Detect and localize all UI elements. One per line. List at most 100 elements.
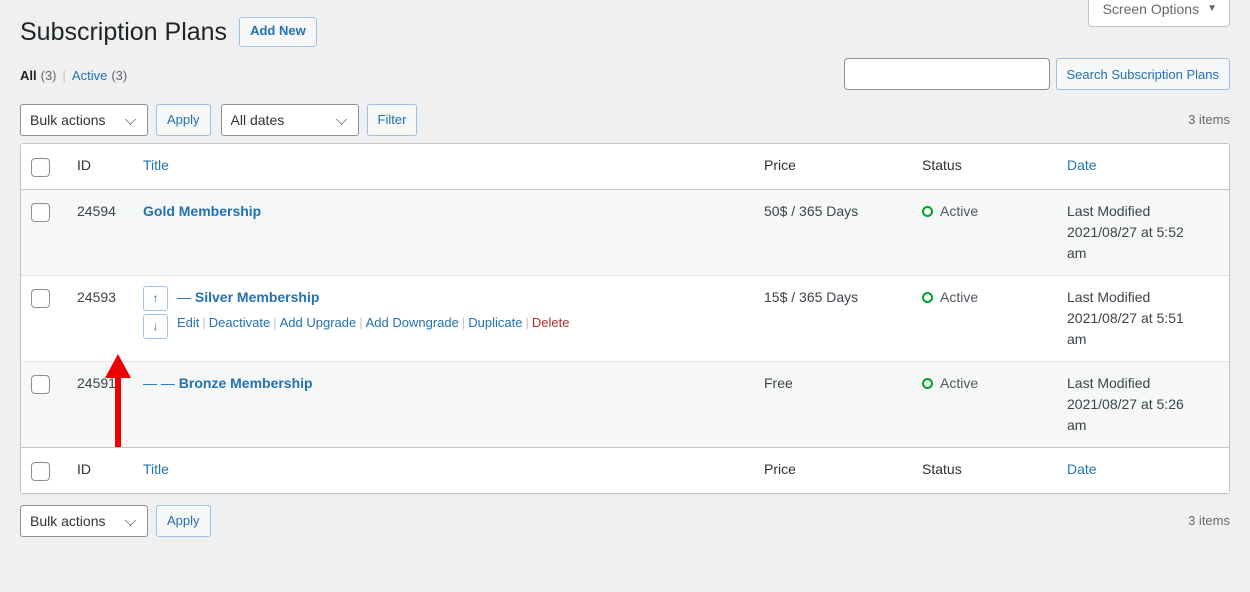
column-header-date-link[interactable]: Date xyxy=(1067,157,1097,173)
title-depth-prefix: — — xyxy=(143,375,179,391)
row-action-divider: | xyxy=(522,315,531,330)
row-action-divider: | xyxy=(459,315,468,330)
row-action-divider: | xyxy=(270,315,279,330)
title-lines: — Silver MembershipEdit|Deactivate|Add U… xyxy=(177,287,569,334)
row-title-cell: — — Bronze Membership xyxy=(133,362,754,447)
row-date-cell: Last Modified2021/08/27 at 5:26am xyxy=(1057,362,1229,447)
row-title-link[interactable]: Gold Membership xyxy=(143,203,261,219)
displaying-num-bottom: 3 items xyxy=(1188,513,1230,528)
table-body: 24594Gold Membership50$ / 365 DaysActive… xyxy=(21,190,1229,447)
row-select-checkbox[interactable] xyxy=(31,203,50,222)
bulk-actions-select-top[interactable]: Bulk actions xyxy=(20,104,148,136)
column-footer-title: Title xyxy=(133,447,754,493)
table-footer-row: ID Title Price Status Date xyxy=(21,447,1229,493)
row-price: 15$ / 365 Days xyxy=(754,276,912,362)
row-status-cell: Active xyxy=(912,190,1057,276)
page-header: Subscription Plans Add New xyxy=(20,0,1230,49)
row-status-cell: Active xyxy=(912,362,1057,447)
column-header-id: ID xyxy=(67,144,133,190)
row-select-checkbox[interactable] xyxy=(31,289,50,308)
view-filter-active: Active (3) xyxy=(72,63,127,89)
status-label: Active xyxy=(940,201,978,222)
subscription-plans-table: ID Title Price Status Date 24594 Gold Mem… xyxy=(20,143,1230,494)
row-date-label: Last Modified xyxy=(1067,201,1219,222)
status-badge: Active xyxy=(922,201,1047,222)
row-id: 24591 xyxy=(67,362,133,447)
date-filter-select[interactable]: All dates xyxy=(221,104,359,136)
row-actions: Edit|Deactivate|Add Upgrade|Add Downgrad… xyxy=(177,308,569,334)
select-all-footer xyxy=(21,447,67,493)
search-submit-button[interactable]: Search Subscription Plans xyxy=(1056,58,1230,90)
table-header-row: ID Title Price Status Date xyxy=(21,144,1229,190)
bulk-apply-button-top[interactable]: Apply xyxy=(156,104,211,136)
displaying-num-top: 3 items xyxy=(1188,112,1230,127)
tablenav-top: Bulk actions Apply All dates Filter 3 it… xyxy=(20,97,1230,143)
row-select-cell xyxy=(21,190,67,276)
search-box: Search Subscription Plans xyxy=(844,58,1230,90)
row-select-cell xyxy=(21,276,67,362)
column-header-status: Status xyxy=(912,144,1057,190)
status-active-circle-icon xyxy=(922,206,933,217)
search-input[interactable] xyxy=(844,58,1050,90)
title-lines: — — Bronze Membership xyxy=(143,373,313,394)
row-date-value: 2021/08/27 at 5:26 xyxy=(1067,394,1219,415)
table-row: 24591 — — Bronze Membership Free Active Last… xyxy=(21,362,1229,447)
status-badge: Active xyxy=(922,287,1047,308)
row-action-edit[interactable]: Edit xyxy=(177,315,199,330)
row-action-add-downgrade[interactable]: Add Downgrade xyxy=(366,315,459,330)
view-filter-all-link[interactable]: All xyxy=(20,63,37,89)
column-header-title-link[interactable]: Title xyxy=(143,157,169,173)
view-filter-all-count: (3) xyxy=(41,63,57,89)
row-title-cell: ↑↓— Silver MembershipEdit|Deactivate|Add… xyxy=(133,276,754,362)
table-head: ID Title Price Status Date xyxy=(21,144,1229,190)
view-filter-all: All (3) | xyxy=(20,63,72,89)
row-select-cell xyxy=(21,362,67,447)
row-select-checkbox[interactable] xyxy=(31,375,50,394)
column-footer-date: Date xyxy=(1057,447,1229,493)
row-title-link[interactable]: Bronze Membership xyxy=(179,375,313,391)
row-action-duplicate[interactable]: Duplicate xyxy=(468,315,522,330)
status-active-circle-icon xyxy=(922,378,933,389)
row-status-cell: Active xyxy=(912,276,1057,362)
title-wrap: Gold Membership xyxy=(143,201,744,222)
bulk-actions-select-bottom[interactable]: Bulk actions xyxy=(20,505,148,537)
row-id: 24593 xyxy=(67,276,133,362)
title-depth-prefix: — xyxy=(177,289,195,305)
table-foot: ID Title Price Status Date xyxy=(21,447,1229,493)
column-header-price: Price xyxy=(754,144,912,190)
column-footer-status: Status xyxy=(912,447,1057,493)
column-footer-date-link[interactable]: Date xyxy=(1067,461,1097,477)
order-down-button[interactable]: ↓ xyxy=(143,314,168,339)
table-row: 24593↑↓— Silver MembershipEdit|Deactivat… xyxy=(21,276,1229,362)
row-date-label: Last Modified xyxy=(1067,373,1219,394)
row-date-suffix: am xyxy=(1067,243,1219,264)
add-new-button[interactable]: Add New xyxy=(239,17,317,47)
row-id: 24594 xyxy=(67,190,133,276)
row-action-deactivate[interactable]: Deactivate xyxy=(209,315,270,330)
row-date-cell: Last Modified2021/08/27 at 5:51am xyxy=(1057,276,1229,362)
column-header-date: Date xyxy=(1057,144,1229,190)
select-all-checkbox-bottom[interactable] xyxy=(31,462,50,481)
view-filter-active-link[interactable]: Active xyxy=(72,63,107,89)
row-title-link[interactable]: Silver Membership xyxy=(195,289,320,305)
row-action-divider: | xyxy=(356,315,365,330)
row-date-suffix: am xyxy=(1067,329,1219,350)
row-title-cell: Gold Membership xyxy=(133,190,754,276)
filter-button[interactable]: Filter xyxy=(367,104,418,136)
row-action-add-upgrade[interactable]: Add Upgrade xyxy=(280,315,357,330)
bulk-apply-button-bottom[interactable]: Apply xyxy=(156,505,211,537)
row-price: Free xyxy=(754,362,912,447)
bulk-actions-group-top: Bulk actions Apply xyxy=(20,104,211,136)
row-title-line: — Silver Membership xyxy=(177,287,569,308)
order-up-button[interactable]: ↑ xyxy=(143,286,168,311)
column-footer-title-link[interactable]: Title xyxy=(143,461,169,477)
select-all-checkbox-top[interactable] xyxy=(31,158,50,177)
status-label: Active xyxy=(940,373,978,394)
page-title: Subscription Plans xyxy=(20,16,227,49)
status-label: Active xyxy=(940,287,978,308)
row-title-line: — — Bronze Membership xyxy=(143,373,313,394)
row-title-line: Gold Membership xyxy=(143,201,261,222)
view-filter-separator: | xyxy=(63,63,66,89)
title-wrap: ↑↓— Silver MembershipEdit|Deactivate|Add… xyxy=(143,287,744,339)
row-action-delete[interactable]: Delete xyxy=(532,315,570,330)
